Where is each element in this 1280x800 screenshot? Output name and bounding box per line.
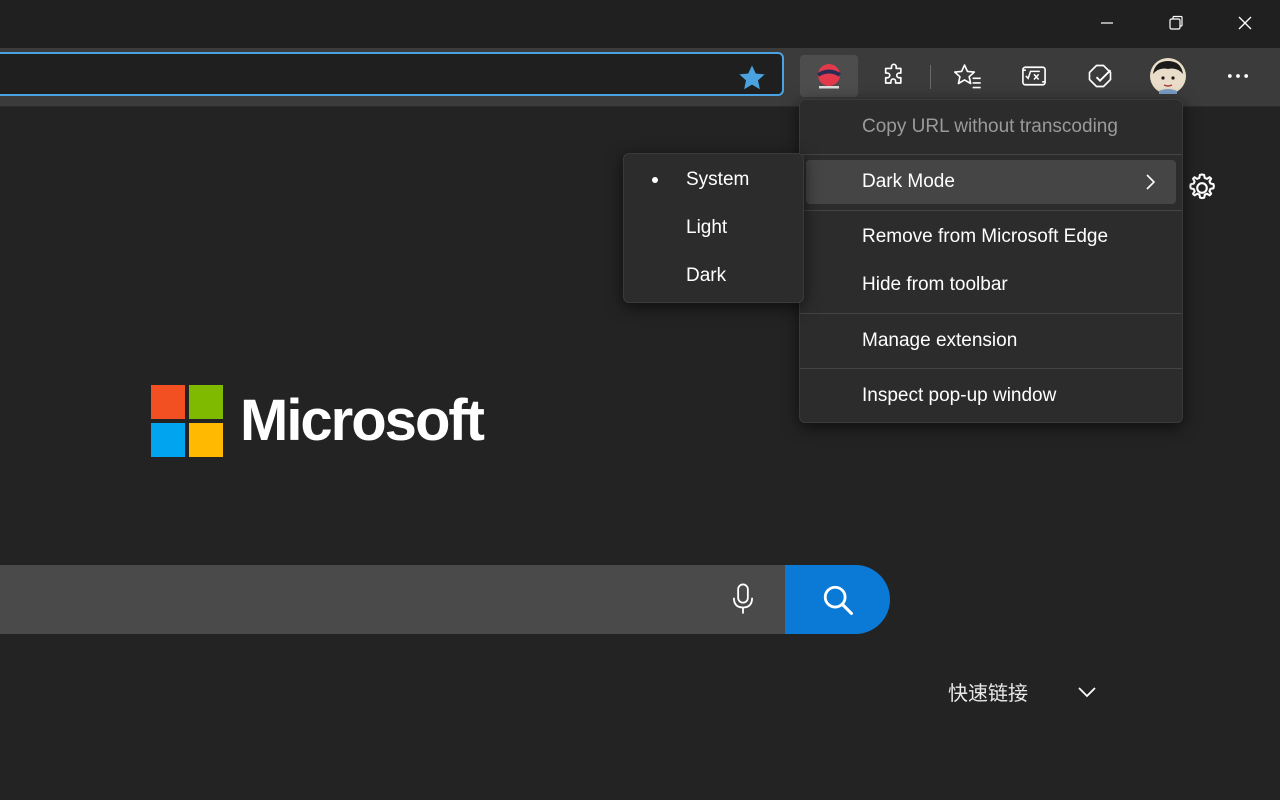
- restore-icon: [1169, 15, 1183, 30]
- chevron-right-icon: [1146, 174, 1156, 190]
- extensions-button[interactable]: [866, 55, 924, 97]
- close-icon: [1238, 16, 1252, 30]
- extension-context-menu: Copy URL without transcoding Dark Mode R…: [799, 99, 1183, 423]
- search-button[interactable]: [785, 565, 890, 634]
- menu-item-remove[interactable]: Remove from Microsoft Edge: [800, 215, 1182, 259]
- search-input[interactable]: [0, 565, 800, 634]
- performance-icon: [1088, 64, 1112, 88]
- address-bar[interactable]: [0, 52, 784, 96]
- logo-square-blue: [151, 423, 185, 457]
- dark-reader-extension-icon: [816, 64, 842, 89]
- toolbar-divider: [930, 65, 931, 89]
- performance-button[interactable]: [1071, 55, 1129, 97]
- menu-item-inspect[interactable]: Inspect pop-up window: [800, 374, 1182, 418]
- star-filled-icon: [739, 65, 765, 90]
- submenu-item-label: System: [686, 169, 750, 190]
- selected-bullet-icon: [652, 177, 658, 183]
- logo-square-red: [151, 385, 185, 419]
- favorite-star-button[interactable]: [736, 62, 768, 94]
- quick-links-toggle[interactable]: [1074, 680, 1100, 704]
- close-button[interactable]: [1212, 0, 1278, 46]
- search-icon: [823, 585, 853, 615]
- submenu-item-light[interactable]: Light: [624, 206, 803, 250]
- gear-icon: [1189, 173, 1215, 200]
- page-settings-button[interactable]: [1184, 170, 1220, 206]
- profile-button[interactable]: [1139, 55, 1197, 97]
- favorites-button[interactable]: [939, 55, 997, 97]
- voice-search-button[interactable]: [728, 580, 758, 618]
- menu-separator: [800, 368, 1182, 369]
- math-solver-button[interactable]: [1005, 55, 1063, 97]
- menu-separator: [800, 313, 1182, 314]
- minimize-button[interactable]: [1074, 0, 1140, 46]
- menu-item-manage[interactable]: Manage extension: [800, 319, 1182, 363]
- logo-square-green: [189, 385, 223, 419]
- dark-mode-submenu: System Light Dark: [623, 153, 804, 303]
- microphone-icon: [732, 583, 754, 614]
- microsoft-wordmark: Microsoft: [240, 388, 485, 453]
- menu-item-dark-mode[interactable]: Dark Mode: [806, 160, 1176, 204]
- avatar: [1150, 58, 1186, 94]
- favorites-icon: [953, 64, 981, 89]
- menu-item-hide[interactable]: Hide from toolbar: [800, 263, 1182, 307]
- menu-separator: [800, 154, 1182, 155]
- quick-links-label[interactable]: 快速链接: [948, 677, 1028, 706]
- logo-square-yellow: [189, 423, 223, 457]
- dark-reader-extension-button[interactable]: [800, 55, 858, 97]
- minimize-icon: [1101, 22, 1113, 24]
- more-options-button[interactable]: [1209, 55, 1267, 97]
- microsoft-logo: [151, 385, 223, 457]
- menu-item-copy-url: Copy URL without transcoding: [862, 116, 1118, 137]
- puzzle-icon: [884, 63, 902, 84]
- chevron-down-icon: [1078, 687, 1096, 698]
- math-solver-icon: [1022, 66, 1046, 86]
- restore-button[interactable]: [1143, 0, 1209, 46]
- submenu-item-dark[interactable]: Dark: [624, 254, 803, 298]
- submenu-item-system[interactable]: System: [624, 158, 803, 202]
- ellipsis-icon: [1227, 74, 1249, 78]
- menu-item-label: Dark Mode: [862, 171, 955, 192]
- menu-separator: [800, 210, 1182, 211]
